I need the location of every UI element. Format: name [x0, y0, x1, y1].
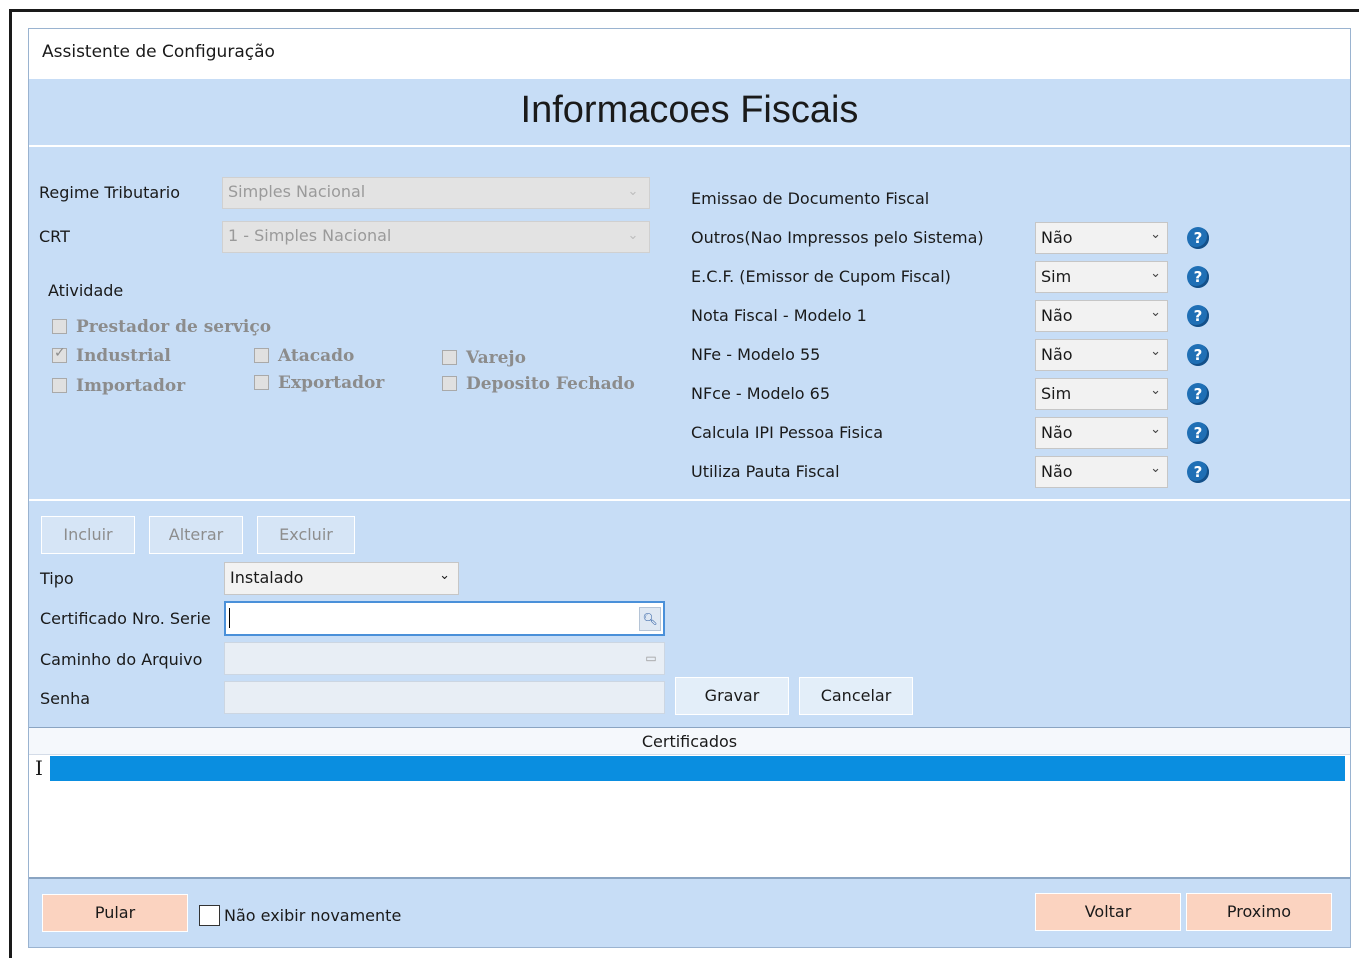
nf-modelo1-value: Não	[1041, 306, 1073, 325]
pauta-label: Utiliza Pauta Fiscal	[691, 462, 840, 481]
caminho-label: Caminho do Arquivo	[40, 650, 203, 669]
checkbox-box-checked	[52, 345, 67, 363]
question-circle-icon[interactable]: ?	[1187, 344, 1209, 366]
cancelar-button[interactable]: Cancelar	[799, 677, 913, 715]
outros-value: Não	[1041, 228, 1073, 247]
voltar-button[interactable]: Voltar	[1035, 893, 1181, 931]
checkbox-label: Importador	[76, 376, 186, 396]
crt-value: 1 - Simples Nacional	[228, 226, 392, 245]
checkbox-label: Atacado	[278, 346, 355, 366]
ipi-label: Calcula IPI Pessoa Fisica	[691, 423, 884, 442]
outros-select[interactable]: Não ⌄	[1035, 222, 1168, 254]
checkbox-prestador-servico[interactable]: Prestador de serviço	[52, 317, 271, 337]
titlebar: Assistente de Configuração	[29, 29, 1350, 79]
pular-button[interactable]: Pular	[42, 894, 188, 932]
outros-label: Outros(Nao Impressos pelo Sistema)	[691, 228, 984, 247]
regime-label: Regime Tributario	[39, 183, 180, 202]
atividade-label: Atividade	[48, 281, 124, 300]
nfce-label: NFce - Modelo 65	[691, 384, 831, 403]
chevron-down-icon: ⌄	[1150, 227, 1161, 242]
regime-select[interactable]: Simples Nacional ⌄	[222, 177, 650, 209]
checkbox-industrial[interactable]: Industrial	[52, 345, 171, 366]
nfe-label: NFe - Modelo 55	[691, 345, 821, 364]
question-circle-icon[interactable]: ?	[1187, 383, 1209, 405]
grid-header: Certificados	[29, 728, 1350, 755]
checkbox-label: Exportador	[278, 373, 385, 393]
chevron-down-icon: ⌄	[1150, 383, 1161, 398]
tipo-label: Tipo	[40, 569, 74, 588]
serie-input[interactable]: 🔍︎	[224, 601, 665, 636]
checkbox-atacado[interactable]: Atacado	[254, 346, 354, 366]
chevron-down-icon: ⌄	[1150, 344, 1161, 359]
proximo-button[interactable]: Proximo	[1186, 893, 1332, 931]
ipi-select[interactable]: Não ⌄	[1035, 417, 1168, 449]
crt-select[interactable]: 1 - Simples Nacional ⌄	[222, 221, 650, 253]
nfe-value: Não	[1041, 345, 1073, 364]
checkbox-box	[52, 378, 67, 393]
ecf-label: E.C.F. (Emissor de Cupom Fiscal)	[691, 267, 951, 286]
tipo-select[interactable]: Instalado ⌄	[224, 562, 459, 595]
nf-modelo1-label: Nota Fiscal - Modelo 1	[691, 306, 867, 325]
checkbox-box	[442, 350, 457, 365]
nfe-select[interactable]: Não ⌄	[1035, 339, 1168, 371]
question-circle-icon[interactable]: ?	[1187, 461, 1209, 483]
window-title: Assistente de Configuração	[42, 42, 275, 62]
nf-modelo1-select[interactable]: Não ⌄	[1035, 300, 1168, 332]
certificados-grid[interactable]: Certificados I	[29, 727, 1350, 879]
text-cursor-icon: I	[35, 756, 43, 780]
nao-exibir-checkbox[interactable]	[199, 905, 220, 926]
checkbox-label: Industrial	[76, 346, 171, 366]
chevron-down-icon: ⌄	[627, 184, 639, 199]
checkbox-box	[254, 375, 269, 390]
regime-value: Simples Nacional	[228, 182, 366, 201]
excluir-button[interactable]: Excluir	[257, 516, 355, 554]
magnifier-icon[interactable]: 🔍︎	[639, 607, 661, 631]
ecf-value: Sim	[1041, 267, 1072, 286]
question-circle-icon[interactable]: ?	[1187, 305, 1209, 327]
chevron-down-icon: ⌄	[439, 568, 450, 583]
alterar-button[interactable]: Alterar	[149, 516, 243, 554]
checkbox-importador[interactable]: Importador	[52, 376, 185, 396]
chevron-down-icon: ⌄	[627, 228, 639, 243]
crt-label: CRT	[39, 227, 70, 246]
checkbox-label: Deposito Fechado	[466, 374, 635, 394]
ecf-select[interactable]: Sim ⌄	[1035, 261, 1168, 293]
ipi-value: Não	[1041, 423, 1073, 442]
text-caret	[229, 608, 230, 628]
chevron-down-icon: ⌄	[1150, 422, 1161, 437]
emissao-section-label: Emissao de Documento Fiscal	[691, 189, 930, 208]
incluir-button[interactable]: Incluir	[41, 516, 135, 554]
checkbox-box	[52, 319, 67, 334]
chevron-down-icon: ⌄	[1150, 461, 1161, 476]
question-circle-icon[interactable]: ?	[1187, 422, 1209, 444]
table-row[interactable]	[50, 756, 1345, 781]
checkbox-label: Prestador de serviço	[76, 317, 272, 337]
question-circle-icon[interactable]: ?	[1187, 266, 1209, 288]
page-header: Informacoes Fiscais	[29, 79, 1350, 147]
section-divider	[29, 499, 1350, 501]
question-circle-icon[interactable]: ?	[1187, 227, 1209, 249]
nfce-value: Sim	[1041, 384, 1072, 403]
caminho-input[interactable]: ▭	[224, 642, 665, 675]
pauta-value: Não	[1041, 462, 1073, 481]
senha-input[interactable]	[224, 681, 665, 714]
checkbox-exportador[interactable]: Exportador	[254, 373, 384, 393]
pauta-select[interactable]: Não ⌄	[1035, 456, 1168, 488]
config-wizard-window: Assistente de Configuração Informacoes F…	[28, 28, 1351, 948]
chevron-down-icon: ⌄	[1150, 266, 1161, 281]
folder-icon[interactable]: ▭	[640, 647, 662, 670]
serie-label: Certificado Nro. Serie	[40, 609, 211, 628]
senha-label: Senha	[40, 689, 91, 708]
tipo-value: Instalado	[230, 568, 304, 587]
checkbox-box	[254, 348, 269, 363]
checkbox-label: Varejo	[466, 348, 526, 368]
checkbox-deposito-fechado[interactable]: Deposito Fechado	[442, 374, 635, 394]
nao-exibir-label: Não exibir novamente	[224, 906, 402, 925]
gravar-button[interactable]: Gravar	[675, 677, 789, 715]
checkbox-box	[442, 376, 457, 391]
chevron-down-icon: ⌄	[1150, 305, 1161, 320]
nfce-select[interactable]: Sim ⌄	[1035, 378, 1168, 410]
page-title: Informacoes Fiscais	[520, 89, 859, 131]
checkbox-varejo[interactable]: Varejo	[442, 348, 526, 368]
